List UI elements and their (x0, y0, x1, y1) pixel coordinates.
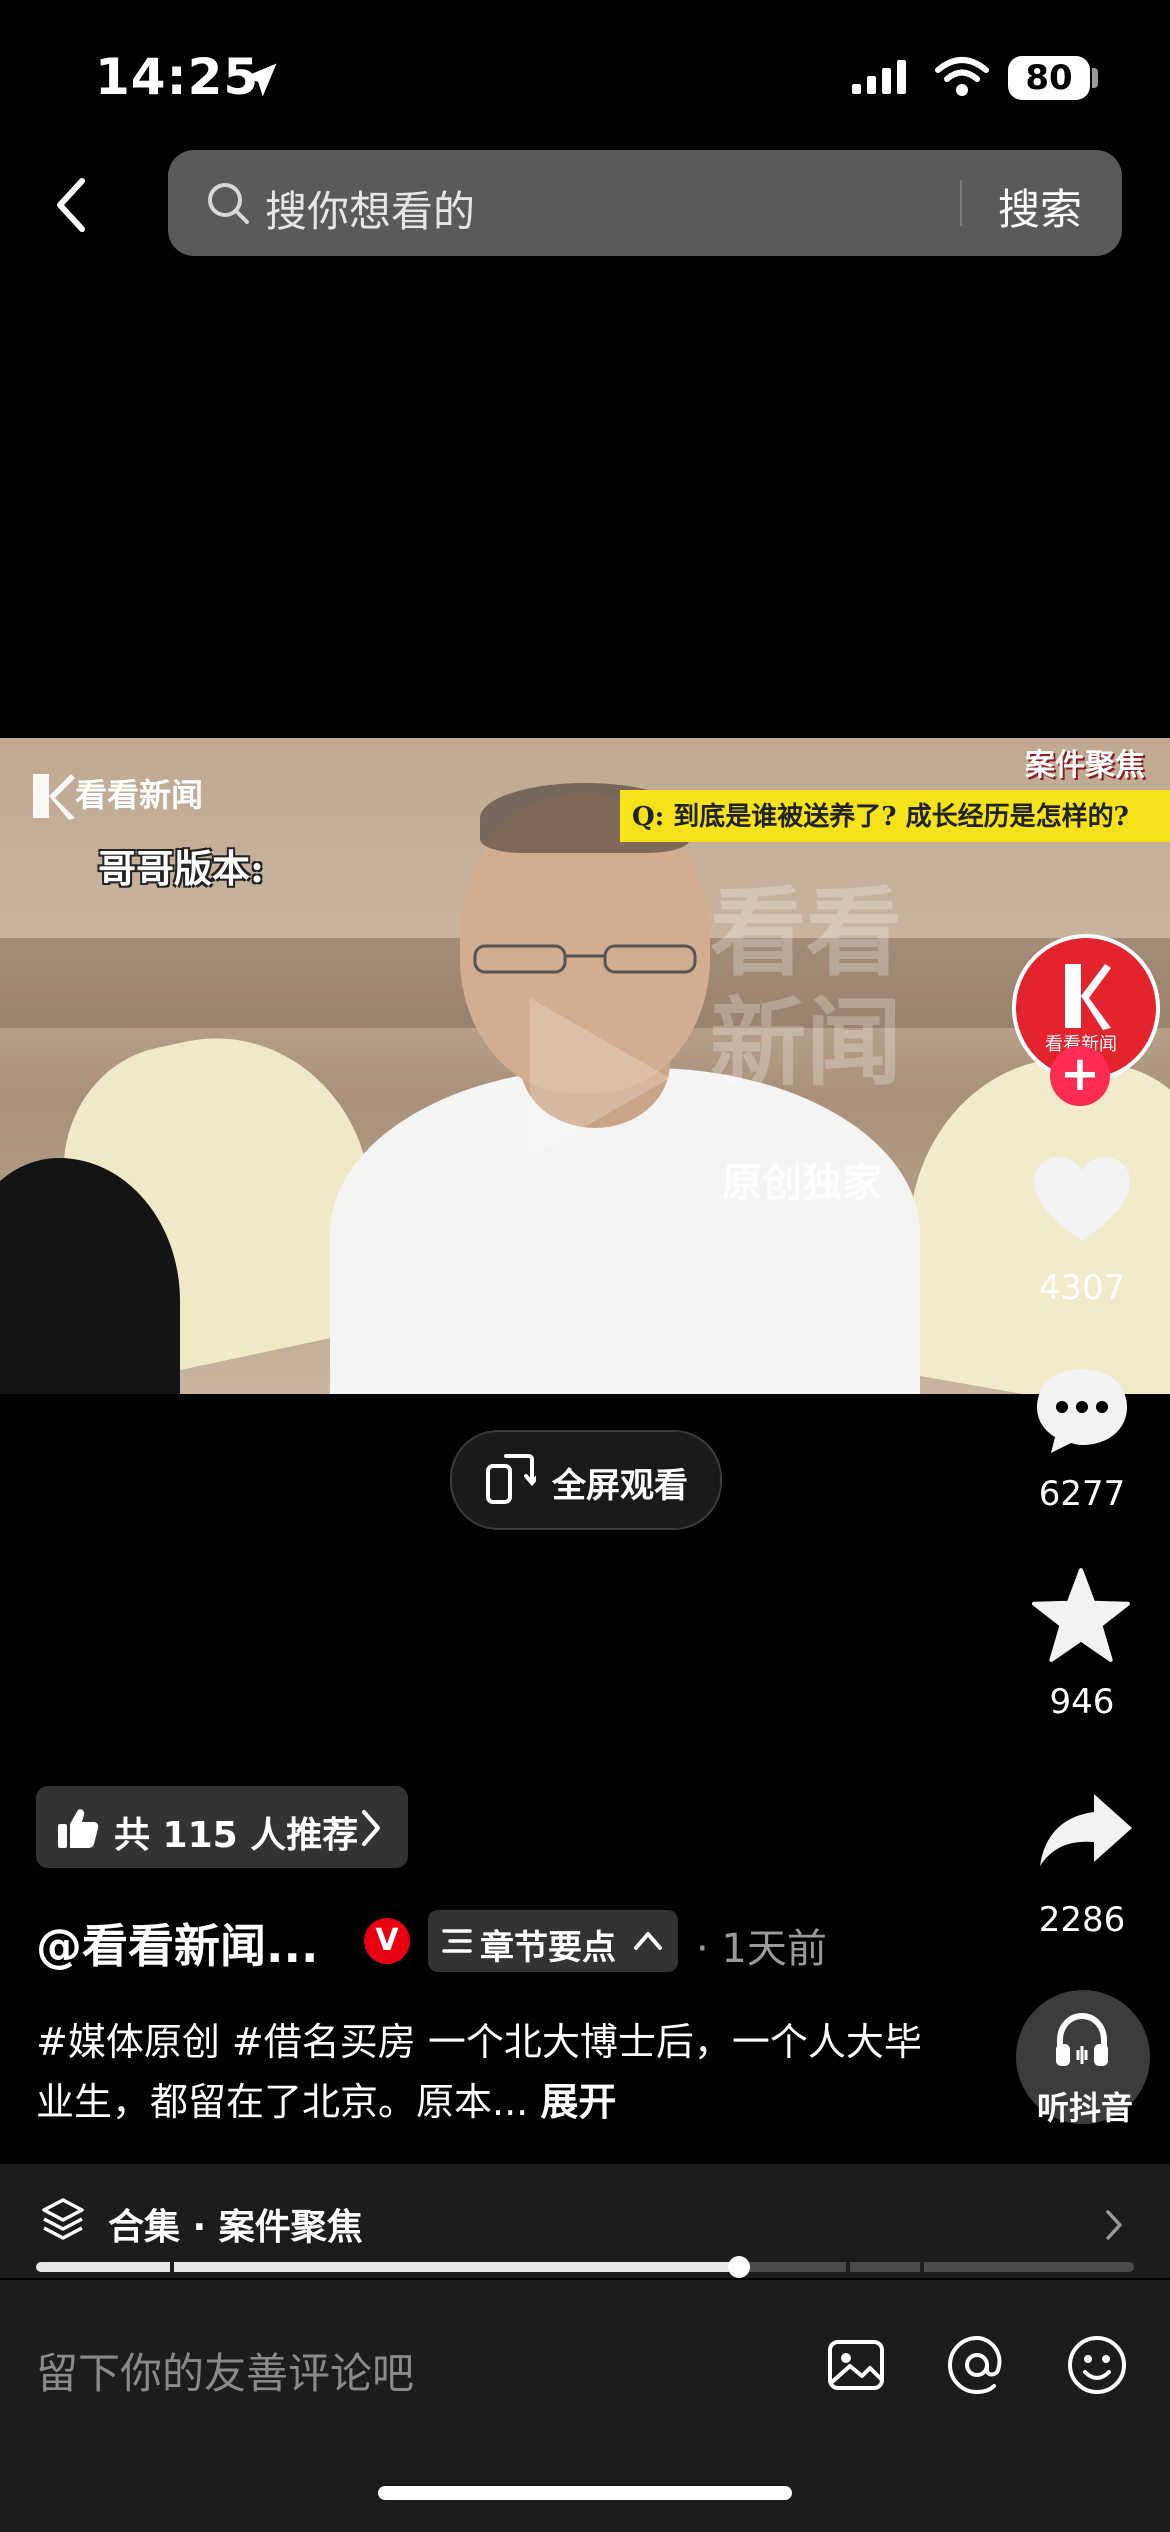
chevron-up-icon (634, 1932, 662, 1950)
listen-label: 听抖音 (1036, 2089, 1133, 2127)
follow-plus-button[interactable]: + (1050, 1046, 1110, 1106)
author-name[interactable]: @看看新闻... (36, 1910, 318, 1976)
favorite-star-icon[interactable] (1030, 1566, 1132, 1664)
favorite-count: 946 (1049, 1682, 1115, 1722)
comment-count: 6277 (1038, 1474, 1126, 1514)
post-time: · 1天前 (696, 1926, 827, 1972)
comment-input[interactable]: 留下你的友善评论吧 (36, 2340, 414, 2401)
watermark-line-1: 看看 (710, 876, 902, 989)
question-text: Q: 到底是谁被送养了? 成长经历是怎样的? (632, 802, 1129, 832)
share-count: 2286 (1038, 1900, 1126, 1940)
video-brand-text: 看看新闻 (75, 776, 204, 814)
rotate-phone-icon (486, 1454, 536, 1504)
collection-label: 合集 · 案件聚焦 (108, 2207, 363, 2248)
video-description: #媒体原创 #借名买房 一个北大博士后，一个人大毕业生，都留在了北京。原本...… (36, 2012, 936, 2132)
back-chevron-icon[interactable] (48, 175, 98, 235)
chapter-marker (170, 2262, 174, 2272)
chapter-marker (920, 2262, 924, 2272)
headphones-icon (1056, 2012, 1108, 2066)
description-text: #媒体原创 #借名买房 一个北大博士后，一个人大毕业生，都留在了北京。原本... (36, 2020, 922, 2124)
video-caption-left: 哥哥版本: (98, 846, 265, 891)
play-watermark-icon (530, 998, 670, 1158)
battery-indicator: 80 (1008, 56, 1090, 100)
watermark-original: 原创独家 (722, 1159, 882, 1206)
thumbs-up-icon (58, 1809, 99, 1848)
emoji-icon[interactable] (1066, 2334, 1128, 2396)
video-watermark: 看看 新闻 (710, 878, 902, 1098)
wifi-icon (935, 57, 989, 96)
recommend-label: 共 115 人推荐 (114, 1815, 359, 1856)
kankan-k-icon (1065, 964, 1111, 1030)
video-player[interactable]: 看看新闻 哥哥版本: Q: 到底是谁被送养了? 成长经历是怎样的? 案件聚焦 看… (0, 738, 1170, 1394)
comment-bubble-icon[interactable] (1033, 1365, 1131, 1457)
verified-badge: V (364, 1918, 410, 1964)
image-icon[interactable] (826, 2336, 886, 2394)
like-heart-icon[interactable] (1032, 1155, 1132, 1245)
chevron-right-icon (1106, 2210, 1122, 2240)
battery-cap (1092, 68, 1098, 88)
search-input[interactable]: 搜你想看的 (265, 178, 475, 239)
chapter-marker (846, 2262, 850, 2272)
search-icon (208, 183, 249, 224)
status-time: 14:25 (95, 48, 260, 106)
glasses (473, 944, 697, 974)
kankan-logo-icon (33, 774, 75, 820)
progress-handle[interactable] (728, 2256, 750, 2278)
list-icon (442, 1929, 472, 1953)
search-button[interactable]: 搜索 (998, 176, 1082, 237)
mention-at-icon[interactable] (946, 2334, 1008, 2396)
like-count: 4307 (1038, 1268, 1126, 1308)
expand-button[interactable]: 展开 (540, 2080, 616, 2124)
corner-tag: 案件聚焦 (1025, 748, 1145, 783)
progress-fill (36, 2262, 739, 2272)
chevron-right-icon (362, 1810, 380, 1846)
search-divider (960, 180, 962, 226)
cellular-signal-icon (852, 60, 906, 94)
home-indicator[interactable] (378, 2486, 792, 2500)
watermark-line-2: 新闻 (710, 986, 902, 1099)
chapter-label: 章节要点 (480, 1928, 616, 1968)
share-arrow-icon[interactable] (1038, 1790, 1134, 1870)
layers-icon (42, 2198, 84, 2240)
location-arrow-icon (243, 63, 277, 97)
fullscreen-label: 全屏观看 (552, 1466, 688, 1506)
